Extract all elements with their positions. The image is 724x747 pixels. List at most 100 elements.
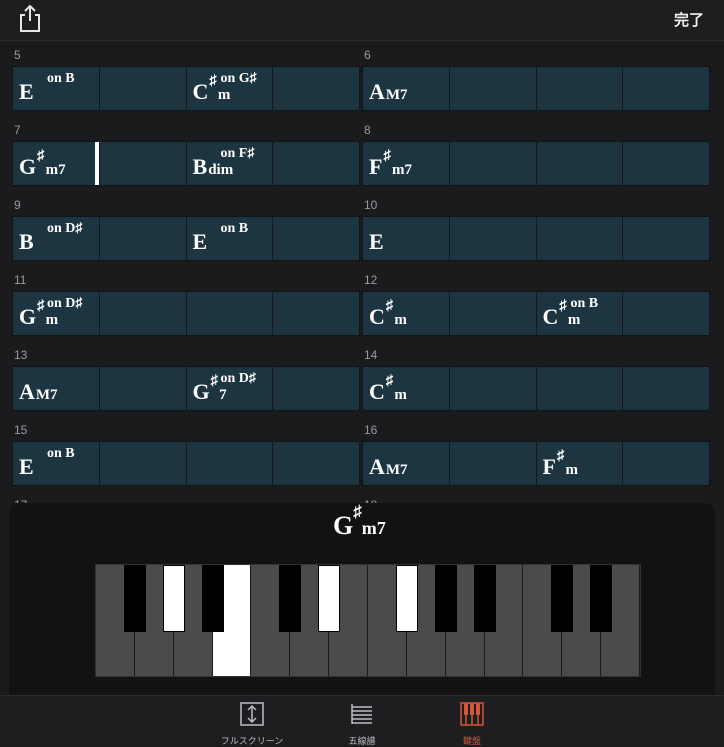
- beat-cell[interactable]: [272, 442, 359, 485]
- chord-symbol: G♯m7: [19, 148, 66, 180]
- beat-cell[interactable]: [272, 217, 359, 260]
- beat-cell[interactable]: [98, 367, 186, 410]
- beat-cell[interactable]: C♯m on B: [535, 292, 623, 335]
- chord-sharp: ♯: [37, 148, 45, 164]
- measure[interactable]: Bon D♯ Eon B: [12, 216, 360, 261]
- beat-cell[interactable]: AM7: [13, 367, 99, 410]
- beat-cell[interactable]: [448, 217, 536, 260]
- measure[interactable]: C♯m C♯m on B: [362, 291, 710, 336]
- beat-cell[interactable]: [98, 142, 186, 185]
- beat-cell[interactable]: [535, 142, 623, 185]
- beat-cell[interactable]: [622, 142, 709, 185]
- beat-cell[interactable]: G♯7 on D♯: [185, 367, 273, 410]
- beat-cell[interactable]: E: [363, 217, 449, 260]
- beat-cell[interactable]: [98, 292, 186, 335]
- beat-cell[interactable]: [535, 367, 623, 410]
- beat-cell[interactable]: [272, 292, 359, 335]
- chord-symbol: AM7: [369, 454, 408, 480]
- beat-cell[interactable]: Eon B: [185, 217, 273, 260]
- black-key[interactable]: [318, 565, 341, 632]
- beat-cell[interactable]: [622, 292, 709, 335]
- black-key[interactable]: [123, 565, 146, 632]
- chart-row: 15 Eon B 16 AM7 F♯m: [0, 416, 724, 491]
- chart-row: 7 G♯m7 Bdim on F♯ 8 F♯m7: [0, 116, 724, 191]
- beat-cell[interactable]: [448, 442, 536, 485]
- measure[interactable]: Eon B: [12, 441, 360, 486]
- beat-cell[interactable]: [185, 442, 273, 485]
- beat-cell[interactable]: [448, 67, 536, 110]
- measure[interactable]: C♯m: [362, 366, 710, 411]
- beat-cell[interactable]: AM7: [363, 67, 449, 110]
- black-key[interactable]: [201, 565, 224, 632]
- chord-bass: on F♯: [220, 146, 255, 161]
- beat-cell[interactable]: [448, 292, 536, 335]
- measure-number: 11: [14, 273, 27, 287]
- beat-cell[interactable]: [448, 142, 536, 185]
- black-key[interactable]: [162, 565, 185, 632]
- chord-chart: 5 Eon B C♯m on G♯ 6 AM7 7 G♯m7 Bdim on F♯ 8 F♯m7 9 Bo…: [0, 41, 724, 503]
- beat-cell[interactable]: [622, 367, 709, 410]
- measure[interactable]: G♯m on D♯: [12, 291, 360, 336]
- beat-cell[interactable]: Bon D♯: [13, 217, 99, 260]
- black-key[interactable]: [395, 565, 418, 632]
- beat-cell[interactable]: [622, 442, 709, 485]
- black-key[interactable]: [434, 565, 457, 632]
- beat-cell[interactable]: C♯m: [363, 292, 449, 335]
- chord-qual: m: [567, 312, 581, 328]
- chord-bass: on B: [570, 296, 599, 311]
- beat-cell[interactable]: [448, 367, 536, 410]
- chord-bass: on D♯: [47, 296, 83, 311]
- beat-cell[interactable]: Eon B: [13, 67, 99, 110]
- beat-cell[interactable]: [272, 142, 359, 185]
- current-chord-sharp: ♯: [353, 502, 362, 521]
- tab-staff[interactable]: 五線譜: [317, 702, 407, 747]
- beat-cell[interactable]: [535, 217, 623, 260]
- measure[interactable]: Eon B C♯m on G♯: [12, 66, 360, 111]
- beat-cell[interactable]: [98, 217, 186, 260]
- chord-sharp: ♯: [210, 373, 219, 389]
- measure[interactable]: AM7 F♯m: [362, 441, 710, 486]
- beat-cell[interactable]: [272, 367, 359, 410]
- beat-cell[interactable]: [535, 67, 623, 110]
- black-key[interactable]: [473, 565, 496, 632]
- beat-cell[interactable]: AM7: [363, 442, 449, 485]
- measure[interactable]: F♯m7: [362, 141, 710, 186]
- black-key[interactable]: [590, 565, 613, 632]
- chord-qual: m: [394, 387, 407, 403]
- beat-cell[interactable]: C♯m: [363, 367, 449, 410]
- beat-cell[interactable]: [185, 292, 273, 335]
- tab-fullscreen[interactable]: フルスクリーン: [207, 702, 297, 747]
- beat-cell[interactable]: [98, 67, 186, 110]
- chord-symbol: AM7: [369, 79, 408, 105]
- keyboard-panel: G♯m7: [9, 502, 715, 695]
- chord-root: G: [19, 304, 37, 329]
- beat-cell[interactable]: C♯m on G♯: [185, 67, 273, 110]
- beat-cell[interactable]: [622, 217, 709, 260]
- black-key[interactable]: [279, 565, 302, 632]
- measure[interactable]: AM7 G♯7 on D♯: [12, 366, 360, 411]
- beat-cell[interactable]: G♯m7: [13, 142, 99, 185]
- measure[interactable]: AM7: [362, 66, 710, 111]
- beat-cell[interactable]: Bdim on F♯: [185, 142, 273, 185]
- beat-cell[interactable]: F♯m: [535, 442, 623, 485]
- beat-cell[interactable]: [98, 442, 186, 485]
- chord-symbol: C♯m on B: [543, 296, 599, 330]
- beat-cell[interactable]: Eon B: [13, 442, 99, 485]
- beat-cell[interactable]: [272, 67, 359, 110]
- beat-cell[interactable]: G♯m on D♯: [13, 292, 99, 335]
- chord-bass: on B: [220, 221, 249, 236]
- share-icon[interactable]: [16, 4, 44, 34]
- measure[interactable]: E: [362, 216, 710, 261]
- chord-qual: m: [394, 312, 407, 328]
- beat-cell[interactable]: F♯m7: [363, 142, 449, 185]
- chord-qual: m: [217, 87, 231, 103]
- beat-cell[interactable]: [622, 67, 709, 110]
- chord-symbol: Bon D♯: [19, 221, 82, 255]
- done-button[interactable]: 完了: [674, 9, 704, 30]
- black-key[interactable]: [551, 565, 574, 632]
- tab-keyboard[interactable]: 鍵盤: [427, 702, 517, 747]
- chart-row: 5 Eon B C♯m on G♯ 6 AM7: [0, 41, 724, 116]
- chord-symbol: F♯m: [543, 448, 578, 480]
- measure[interactable]: G♯m7 Bdim on F♯: [12, 141, 360, 186]
- chord-root: G: [192, 379, 210, 404]
